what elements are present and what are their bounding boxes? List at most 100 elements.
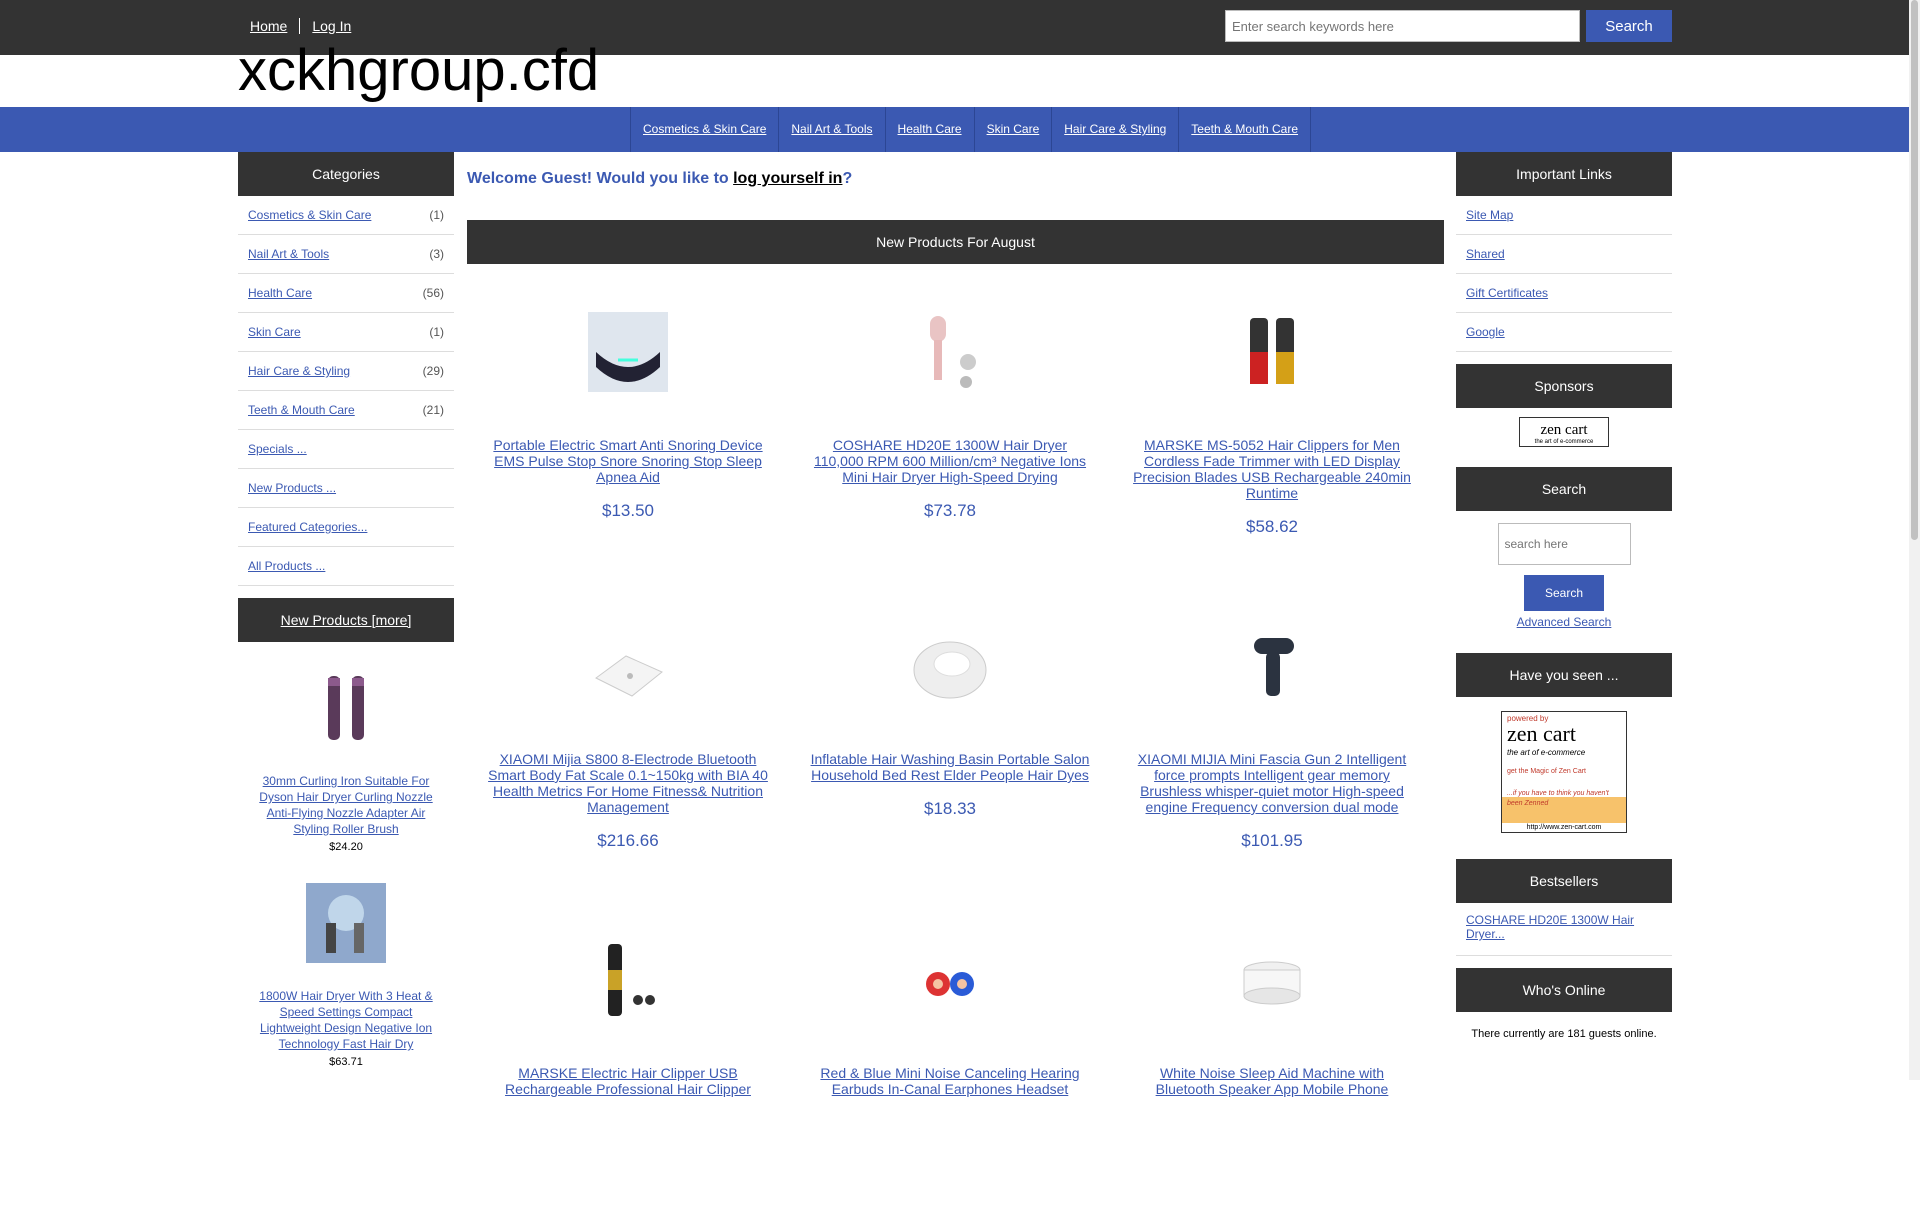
product-link[interactable]: MARSKE MS-5052 Hair Clippers for Men Cor… [1131,437,1413,501]
new-products-more-link[interactable]: New Products [more] [281,612,412,628]
hair-clipper-set-image[interactable] [588,940,668,1020]
login-link[interactable]: Log In [300,18,363,34]
bestseller-link[interactable]: COSHARE HD20E 1300W Hair Dryer... [1466,913,1634,941]
product-card: MARSKE Electric Hair Clipper USB Recharg… [467,892,789,1206]
have-you-seen-banner: powered by zen cart the art of e-commerc… [1456,697,1672,847]
scrollbar-thumb[interactable] [1911,0,1918,540]
sponsors-heading: Sponsors [1456,364,1672,408]
product-link[interactable]: XIAOMI Mijia S800 8-Electrode Bluetooth … [487,751,769,815]
product-link[interactable]: White Noise Sleep Aid Machine with Bluet… [1131,1065,1413,1097]
specials-link[interactable]: Specials ... [248,430,307,468]
list-item: Shared [1456,235,1672,274]
list-item: Cosmetics & Skin Care (1) [238,196,454,235]
zen-cart-logo-tagline: the art of e-commerce [1535,439,1594,445]
featured-categories-link[interactable]: Featured Categories... [248,508,367,546]
hearing-earbuds-image[interactable] [910,940,990,1020]
whos-online-heading: Who's Online [1456,968,1672,1012]
product-link[interactable]: MARSKE Electric Hair Clipper USB Recharg… [487,1065,769,1097]
product-link[interactable]: Inflatable Hair Washing Basin Portable S… [809,751,1091,783]
tab-nail-art[interactable]: Nail Art & Tools [779,107,886,152]
login-inline-link[interactable]: log yourself in [733,170,842,187]
zen-cart-banner[interactable]: powered by zen cart the art of e-commerc… [1501,711,1627,833]
zen-cart-logo[interactable]: zen cart the art of e-commerce [1519,416,1609,447]
category-count: (21) [422,403,444,417]
product-grid: Portable Electric Smart Anti Snoring Dev… [467,264,1444,1206]
product-link[interactable]: 1800W Hair Dryer With 3 Heat & Speed Set… [238,988,454,1052]
new-products-link[interactable]: New Products ... [248,469,336,507]
category-link[interactable]: Cosmetics & Skin Care [248,196,371,234]
have-you-seen-heading: Have you seen ... [1456,653,1672,697]
category-tabs: Cosmetics & Skin Care Nail Art & Tools H… [630,107,1312,152]
zen-cart-logo-text: zen cart [1540,422,1588,438]
category-count: (29) [422,364,444,378]
anti-snoring-image[interactable] [588,312,668,392]
list-item: 1800W Hair Dryer With 3 Heat & Speed Set… [238,883,454,1068]
banner-magic: get the Magic of Zen Cart [1507,768,1586,775]
product-card: Red & Blue Mini Noise Canceling Hearing … [789,892,1111,1206]
tab-hair-care[interactable]: Hair Care & Styling [1052,107,1180,152]
category-bar: Cosmetics & Skin Care Nail Art & Tools H… [0,107,1909,152]
side-search-input[interactable] [1497,523,1631,565]
product-link[interactable]: Red & Blue Mini Noise Canceling Hearing … [809,1065,1091,1097]
side-search-button[interactable]: Search [1524,575,1604,611]
site-map-link[interactable]: Site Map [1466,208,1513,222]
all-products-link[interactable]: All Products ... [248,547,325,585]
list-item: Specials ... [238,430,454,469]
category-count: (56) [422,286,444,300]
left-column: Categories Cosmetics & Skin Care (1) Nail… [238,152,454,1098]
tab-cosmetics[interactable]: Cosmetics & Skin Care [631,107,780,152]
advanced-search-link[interactable]: Advanced Search [1456,615,1672,629]
category-link[interactable]: Nail Art & Tools [248,235,329,273]
fascia-gun-image[interactable] [1232,626,1312,706]
search-input[interactable] [1225,10,1580,42]
category-link[interactable]: Health Care [248,274,312,312]
product-price: $73.78 [924,501,976,520]
tab-skin-care[interactable]: Skin Care [975,107,1053,152]
category-link[interactable]: Skin Care [248,313,301,351]
list-item: Site Map [1456,196,1672,235]
gift-certificates-link[interactable]: Gift Certificates [1466,286,1548,300]
site-logo[interactable]: xckhgroup.cfd [238,42,599,100]
list-item: Google [1456,313,1672,352]
search-heading: Search [1456,467,1672,511]
banner-think: ...if you have to think you haven't been… [1507,790,1609,807]
new-products-list: 30mm Curling Iron Suitable For Dyson Hai… [238,642,454,1068]
google-link[interactable]: Google [1466,325,1505,339]
product-link[interactable]: 30mm Curling Iron Suitable For Dyson Hai… [238,773,454,837]
list-item: All Products ... [238,547,454,586]
new-products-heading: New Products [more] [238,598,454,642]
list-item: Teeth & Mouth Care (21) [238,391,454,430]
hair-clipper-image[interactable] [1232,312,1312,392]
tab-health-care[interactable]: Health Care [886,107,975,152]
hair-dryer-image[interactable] [306,883,386,963]
category-link[interactable]: Hair Care & Styling [248,352,350,390]
category-link[interactable]: Teeth & Mouth Care [248,391,355,429]
side-search: Search Advanced Search [1456,511,1672,641]
list-item: 30mm Curling Iron Suitable For Dyson Hai… [238,668,454,853]
top-search: Search [1225,10,1672,42]
shared-link[interactable]: Shared [1466,247,1505,261]
home-link[interactable]: Home [238,18,301,34]
hair-basin-image[interactable] [910,626,990,706]
product-link[interactable]: XIAOMI MIJIA Mini Fascia Gun 2 Intellige… [1131,751,1413,815]
product-link[interactable]: Portable Electric Smart Anti Snoring Dev… [487,437,769,485]
product-card: MARSKE MS-5052 Hair Clippers for Men Cor… [1111,264,1433,578]
welcome-prefix: Welcome Guest! Would you like to [467,170,734,187]
body-scale-image[interactable] [588,626,668,706]
banner-brand: zen cart [1507,721,1576,746]
category-count: (1) [429,325,444,339]
product-card: COSHARE HD20E 1300W Hair Dryer 110,000 R… [789,264,1111,578]
product-link[interactable]: COSHARE HD20E 1300W Hair Dryer 110,000 R… [809,437,1091,485]
product-card: XIAOMI MIJIA Mini Fascia Gun 2 Intellige… [1111,578,1433,892]
white-noise-machine-image[interactable] [1232,940,1312,1020]
curling-nozzle-image[interactable] [306,668,386,748]
list-item: Skin Care (1) [238,313,454,352]
search-button[interactable]: Search [1586,10,1672,42]
hair-dryer-image[interactable] [910,312,990,392]
tab-teeth-mouth[interactable]: Teeth & Mouth Care [1179,107,1312,152]
product-price: $101.95 [1241,831,1303,850]
welcome-suffix: ? [842,170,853,187]
